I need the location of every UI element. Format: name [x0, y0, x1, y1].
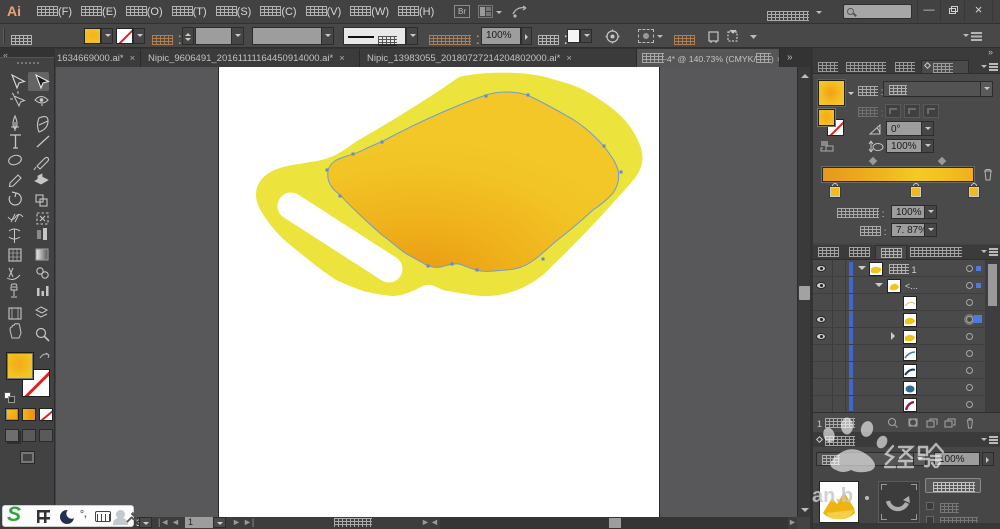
svg-text:an.b: an.b [812, 485, 853, 507]
